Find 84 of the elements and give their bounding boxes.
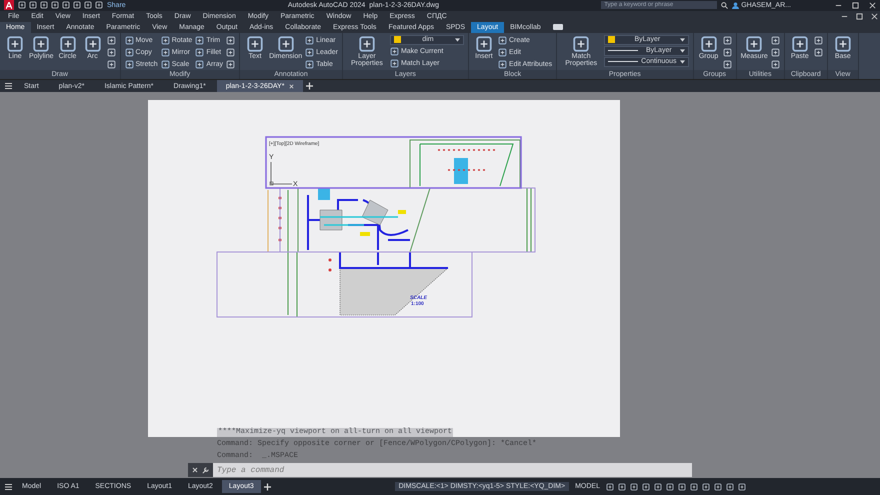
- tool-icon: [770, 36, 780, 45]
- tool-icon: [195, 60, 204, 69]
- tool-icon: [246, 34, 264, 53]
- close-icon[interactable]: [289, 84, 294, 89]
- tool-icon: [790, 34, 809, 53]
- tool-icon: [6, 34, 24, 53]
- toolbar-icon: [51, 1, 59, 10]
- tool-icon: [106, 48, 116, 57]
- tool-icon: [770, 60, 780, 69]
- toolbar-icon: [40, 1, 48, 10]
- toolbar-icon: [18, 1, 26, 10]
- status-icon: [618, 482, 626, 491]
- tool-icon: [106, 36, 116, 45]
- tool-icon: [305, 60, 314, 69]
- tool-icon: [722, 36, 732, 45]
- app-logo-icon[interactable]: [4, 0, 14, 10]
- ucs-icon: [270, 162, 292, 186]
- tool-icon: [124, 48, 134, 57]
- toolbar-icon: [73, 1, 81, 10]
- command-input[interactable]: Type a command: [213, 463, 692, 478]
- tool-icon: [226, 48, 236, 57]
- tool-icon: [498, 60, 507, 69]
- tool-icon: [276, 34, 295, 53]
- add-icon[interactable]: [305, 80, 314, 92]
- tool-icon: [32, 34, 50, 53]
- status-icon: [630, 482, 638, 491]
- tool-icon: [814, 36, 823, 45]
- tool-icon: [474, 34, 493, 53]
- status-icon: [654, 482, 662, 491]
- tool-icon: [390, 58, 399, 68]
- tool-icon: [160, 36, 170, 45]
- tool-icon: [390, 46, 399, 56]
- tool-icon: [305, 48, 314, 57]
- tool-icon: [358, 34, 376, 53]
- close-icon[interactable]: [869, 2, 876, 9]
- tool-icon: [498, 48, 507, 57]
- status-icon: [642, 482, 650, 491]
- viewport-frame[interactable]: [265, 136, 522, 189]
- toolbar-icon: [95, 1, 103, 10]
- caret-icon: [454, 38, 460, 42]
- tool-icon: [226, 36, 236, 45]
- tool-icon: [745, 34, 764, 53]
- tool-icon: [722, 48, 732, 57]
- tool-icon: [814, 48, 823, 57]
- tool-icon: [58, 34, 77, 53]
- tool-icon: [226, 60, 236, 69]
- toolbar-icon: [29, 1, 37, 10]
- viewport-frame[interactable]: [280, 188, 536, 253]
- status-icon: [690, 482, 698, 491]
- tool-icon: [84, 34, 102, 53]
- status-icon: [678, 482, 686, 491]
- tool-icon: [124, 60, 134, 69]
- tool-icon: [572, 34, 590, 53]
- menu-icon[interactable]: [4, 482, 13, 492]
- status-icon: [738, 482, 746, 491]
- tool-icon: [834, 34, 852, 53]
- tool-icon: [700, 34, 718, 53]
- toolbar-icon: [62, 1, 70, 10]
- caret-icon: [680, 48, 685, 53]
- tool-icon: [305, 36, 314, 45]
- tool-icon: [722, 60, 732, 69]
- tool-icon: [106, 60, 116, 69]
- status-icon: [726, 482, 734, 491]
- wrench-icon[interactable]: [202, 466, 209, 474]
- status-icon: [702, 482, 710, 491]
- tool-icon: [160, 48, 170, 57]
- close-icon[interactable]: [871, 12, 878, 20]
- close-icon[interactable]: [192, 467, 198, 474]
- tool-icon: [498, 36, 507, 45]
- viewport-frame[interactable]: [216, 252, 472, 318]
- add-icon[interactable]: [262, 482, 272, 492]
- status-icon: [666, 482, 674, 491]
- tool-icon: [770, 48, 780, 57]
- toolbar-icon: [84, 1, 92, 10]
- search-icon[interactable]: [721, 2, 728, 9]
- caret-icon: [680, 38, 685, 42]
- tool-icon: [160, 60, 170, 69]
- status-icon: [714, 482, 722, 491]
- tool-icon: [124, 36, 134, 45]
- tool-icon: [195, 36, 204, 45]
- caret-icon: [680, 60, 685, 64]
- user-icon: [732, 2, 740, 9]
- status-icon: [606, 482, 614, 491]
- tool-icon: [195, 48, 204, 57]
